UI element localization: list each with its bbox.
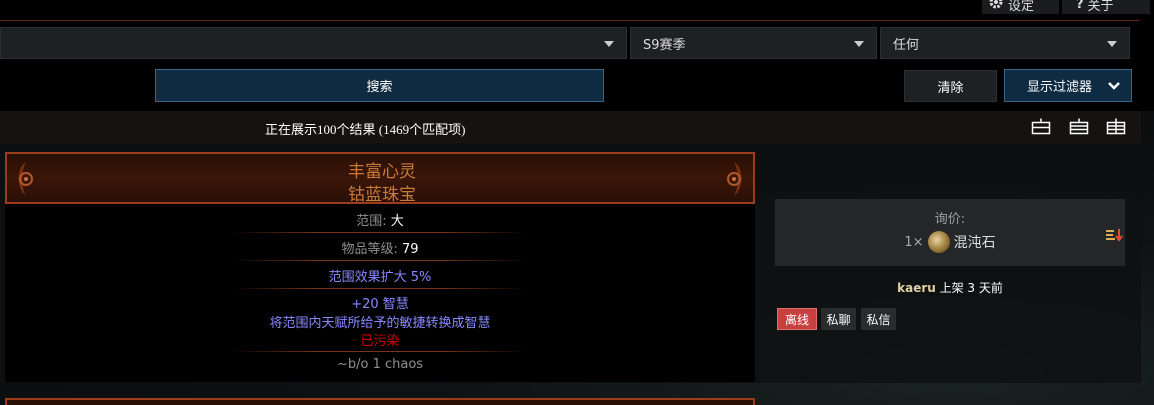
item-level-property: 物品等级: 79 xyxy=(5,238,755,257)
price-quantity: 1× xyxy=(904,234,924,250)
offline-status-badge: 离线 xyxy=(777,308,817,330)
about-label: 关于 xyxy=(1087,0,1114,14)
question-icon: ? xyxy=(1076,0,1084,12)
explicit-mod: +20 智慧 xyxy=(351,297,409,312)
next-item-header xyxy=(5,398,755,405)
price-label: 询价: xyxy=(934,212,966,227)
gear-icon xyxy=(988,0,1004,14)
chevron-down-icon xyxy=(1107,41,1117,47)
whisper-button[interactable]: 私聊 xyxy=(821,308,856,330)
chevron-down-icon xyxy=(604,41,614,47)
seller-info: kaeru 上架 3 天前 xyxy=(775,279,1125,296)
item-base-type: 钴蓝珠宝 xyxy=(348,185,416,205)
listed-time: 上架 3 天前 xyxy=(935,281,1003,295)
implicit-mod: 范围效果扩大 5% xyxy=(328,270,432,285)
settings-button[interactable]: 设定 xyxy=(982,0,1059,14)
view-list-icon[interactable] xyxy=(1069,118,1089,135)
item-level-label: 物品等级: xyxy=(341,242,402,257)
show-filters-button[interactable]: 显示过滤器 xyxy=(1004,69,1132,102)
league-select[interactable]: S9赛季 xyxy=(630,27,877,59)
explicit-mod: 将范围内天赋所给予的敏捷转换成智慧 xyxy=(269,316,491,331)
clear-button[interactable]: 清除 xyxy=(904,70,997,102)
search-button[interactable]: 搜索 xyxy=(155,69,604,102)
search-button-label: 搜索 xyxy=(366,80,393,95)
mail-button[interactable]: 私信 xyxy=(861,308,896,330)
price-currency: 混沌石 xyxy=(953,235,996,251)
results-header xyxy=(0,111,1141,143)
separator xyxy=(230,232,530,233)
separator xyxy=(230,288,530,289)
ornament-right-icon xyxy=(719,158,749,200)
chaos-orb-icon xyxy=(927,231,950,253)
radius-property: 范围: 大 xyxy=(5,210,755,229)
item-header: 丰富心灵 钴蓝珠宝 xyxy=(5,152,755,205)
separator xyxy=(230,260,530,261)
item-name: 丰富心灵 xyxy=(348,162,416,182)
item-search-select[interactable] xyxy=(0,27,627,59)
separator xyxy=(230,351,530,352)
chevron-down-icon xyxy=(1107,79,1121,97)
settings-label: 设定 xyxy=(1008,0,1035,14)
online-status-value: 任何 xyxy=(893,37,920,53)
top-bar-divider xyxy=(0,20,1140,21)
view-compact-icon[interactable] xyxy=(1031,118,1051,135)
results-count: 正在展示100个结果 (1469个匹配项) xyxy=(265,122,466,137)
sort-icon[interactable] xyxy=(1106,227,1124,246)
online-status-select[interactable]: 任何 xyxy=(880,27,1130,59)
seller-name[interactable]: kaeru xyxy=(897,281,936,295)
about-button[interactable]: ? 关于 xyxy=(1062,0,1150,14)
clear-button-label: 清除 xyxy=(937,80,964,96)
chevron-down-icon xyxy=(854,41,864,47)
radius-label: 范围: xyxy=(356,214,391,229)
item-card: 丰富心灵 钴蓝珠宝 范围: 大 物品等级: 79 范围效果扩大 5% +20 智… xyxy=(5,152,755,382)
corrupted-label: 已污染 xyxy=(360,334,400,349)
price-panel: 询价: 1× 混沌石 xyxy=(775,199,1125,266)
price-value: 1× 混沌石 xyxy=(775,231,1125,253)
radius-value: 大 xyxy=(390,214,404,229)
item-level-value: 79 xyxy=(401,242,419,257)
league-select-value: S9赛季 xyxy=(643,37,686,53)
item-note: ~b/o 1 chaos xyxy=(336,357,424,372)
view-detail-icon[interactable] xyxy=(1106,118,1126,135)
show-filters-label: 显示过滤器 xyxy=(1027,80,1093,95)
top-bar: 设定 ? 关于 xyxy=(0,0,1154,22)
